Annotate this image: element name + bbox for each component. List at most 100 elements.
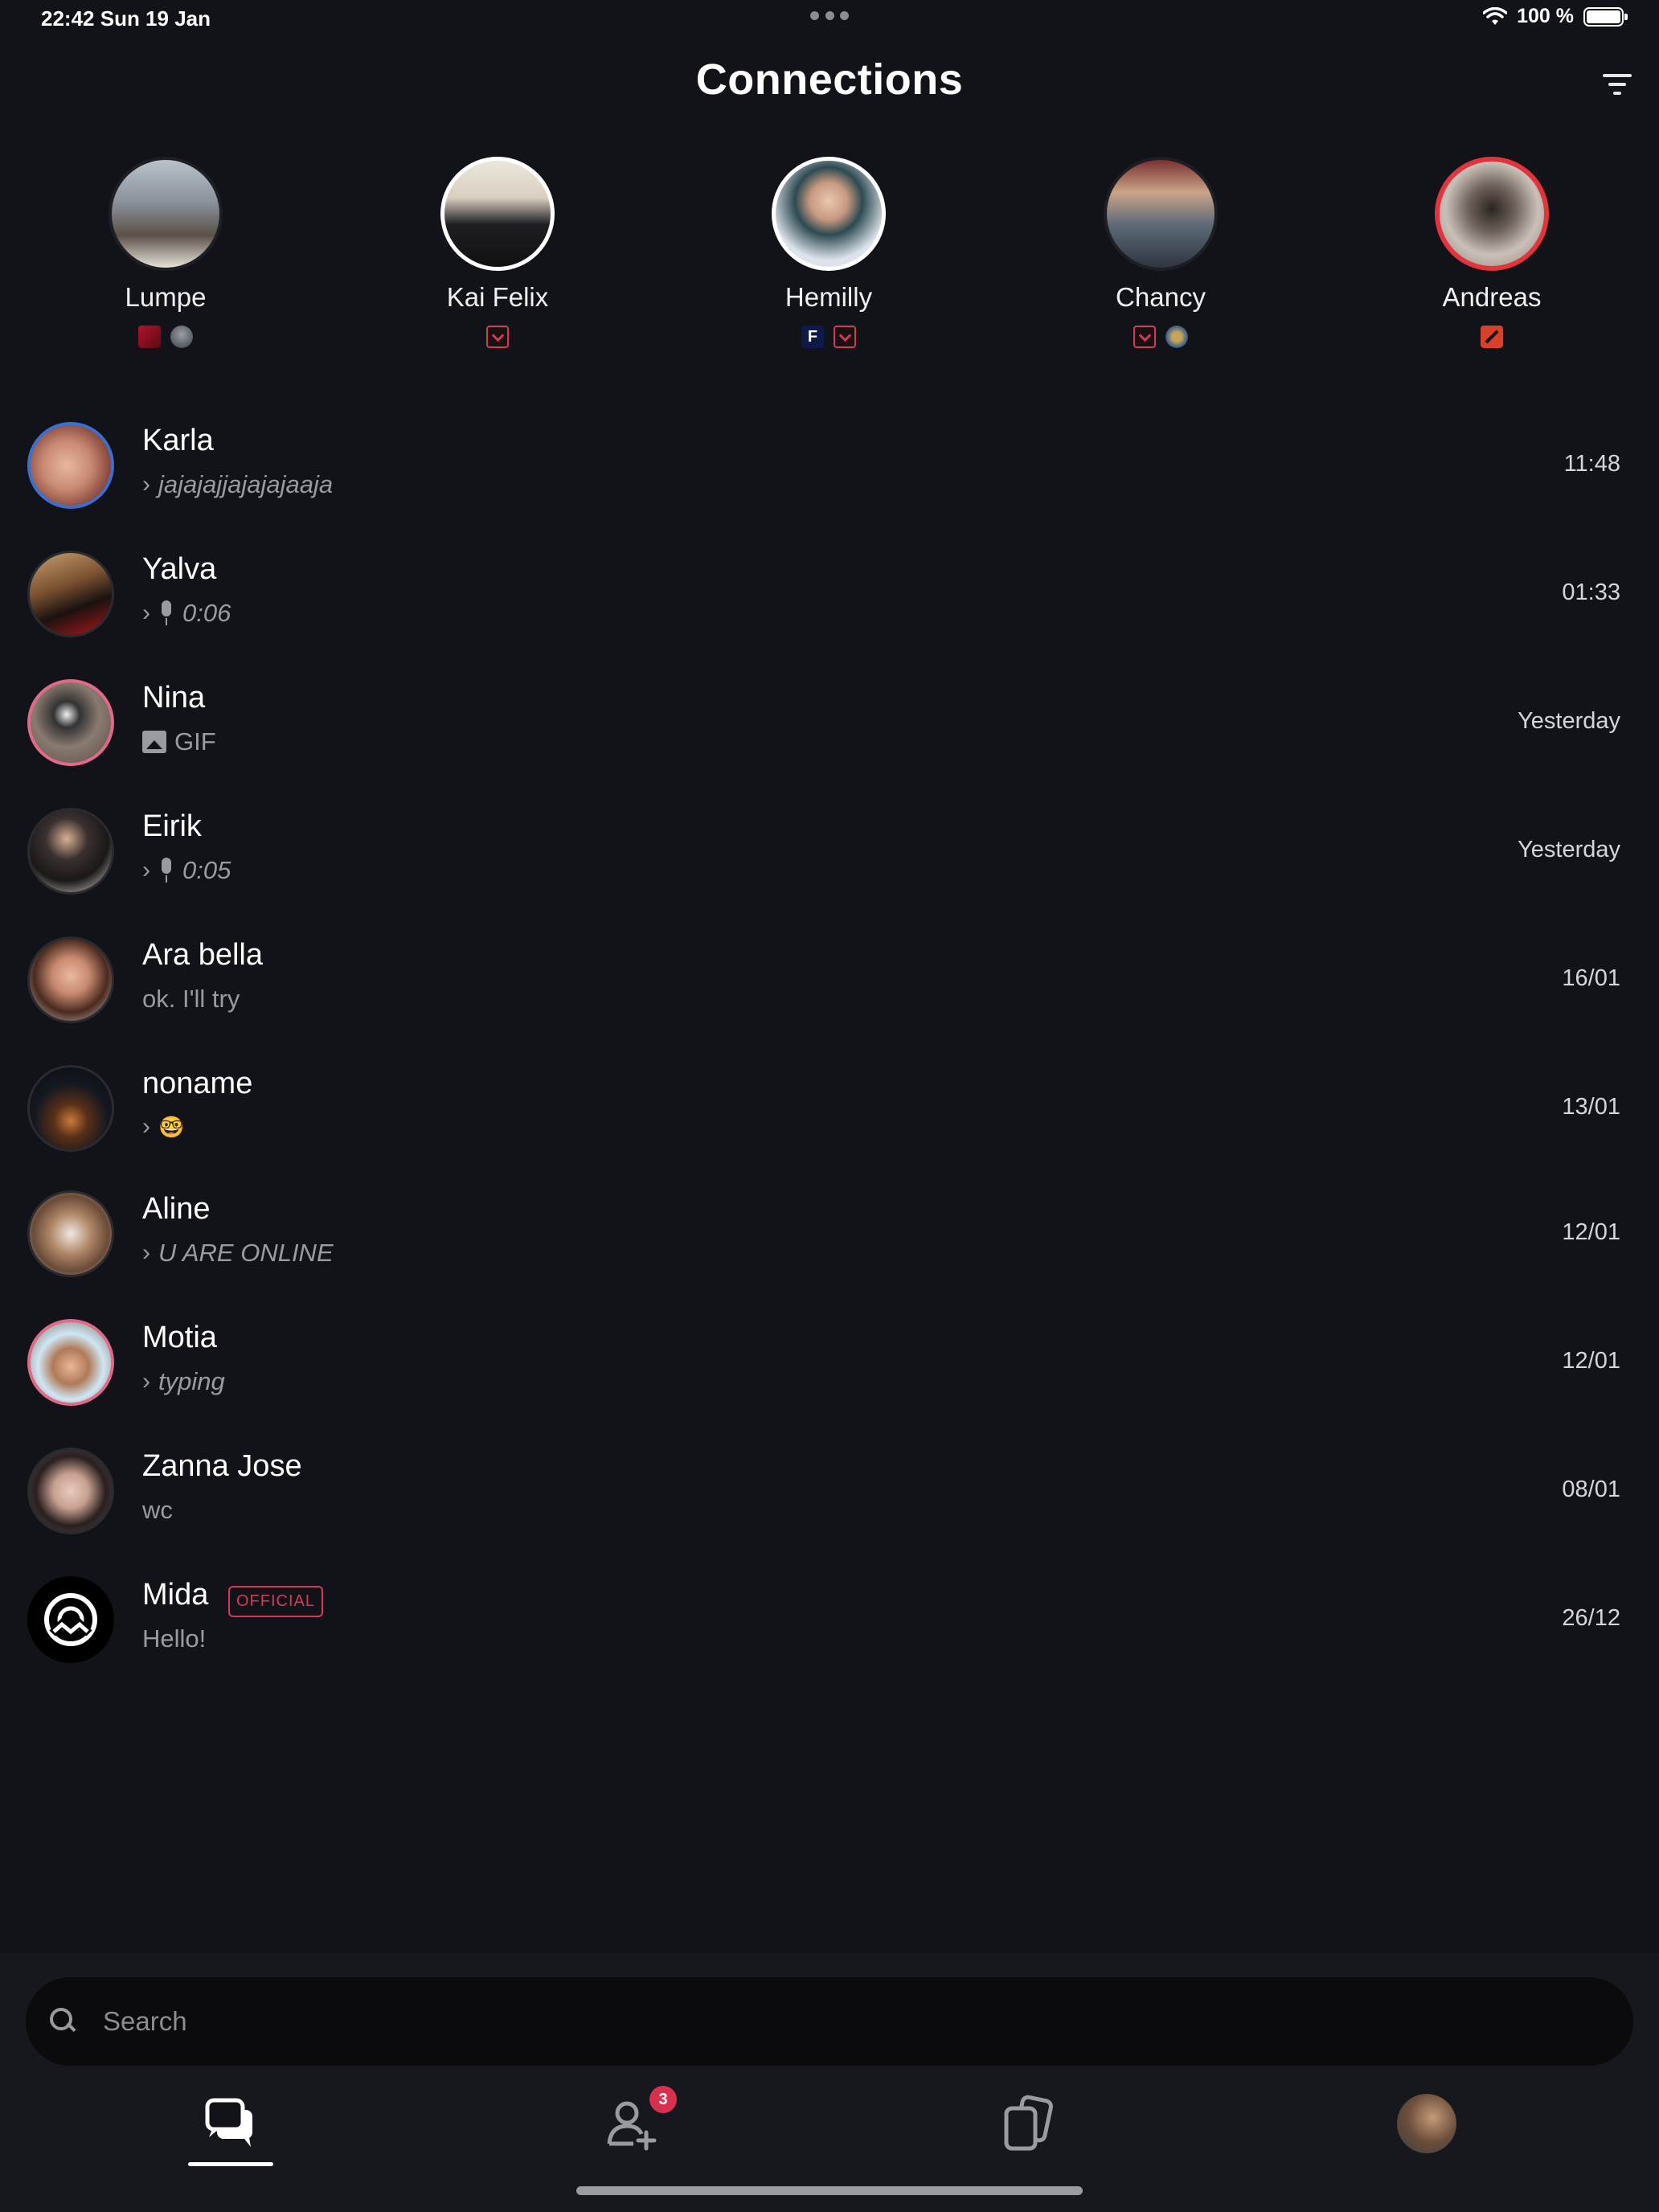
story-games xyxy=(1048,326,1273,348)
avatar xyxy=(27,1448,114,1534)
chat-name: Eirik xyxy=(142,809,202,843)
avatar xyxy=(27,1576,114,1663)
dota-icon xyxy=(1481,326,1503,348)
story-chancy[interactable]: Chancy xyxy=(1048,157,1273,348)
status-time: 22:42 Sun 19 Jan xyxy=(41,6,211,31)
microphone-icon xyxy=(158,600,174,626)
story-games xyxy=(385,326,610,348)
avatar xyxy=(772,157,886,271)
story-name: Hemilly xyxy=(784,282,873,312)
official-badge: OFFICIAL xyxy=(228,1586,324,1617)
chat-row-eirik[interactable]: Eirik › 0:05 Yesterday xyxy=(0,792,1659,912)
chat-name: noname xyxy=(142,1067,253,1100)
story-andreas[interactable]: Andreas xyxy=(1379,157,1604,348)
search-icon xyxy=(50,2008,77,2035)
chat-row-nina[interactable]: Nina GIF Yesterday xyxy=(0,663,1659,784)
story-lumpe[interactable]: Lumpe xyxy=(53,157,278,348)
cards-icon xyxy=(1004,2095,1054,2151)
chat-row-motia[interactable]: Motia › typing 12/01 xyxy=(0,1303,1659,1423)
chat-time: Yesterday xyxy=(1518,708,1620,734)
avatar xyxy=(27,551,114,637)
chat-row-yalva[interactable]: Yalva › 0:06 01:33 xyxy=(0,535,1659,655)
chat-preview: › 0:06 xyxy=(142,599,231,628)
valorant-icon xyxy=(834,326,856,348)
chat-time: 08/01 xyxy=(1562,1477,1620,1502)
search-input[interactable] xyxy=(103,1997,1590,2046)
chat-preview: GIF xyxy=(142,727,216,756)
image-icon xyxy=(142,731,166,753)
game-helmet-icon xyxy=(170,326,193,348)
voice-duration: 0:05 xyxy=(182,856,231,884)
voice-duration: 0:06 xyxy=(182,599,231,627)
chat-preview: › 🤓 xyxy=(142,1113,184,1141)
valorant-icon xyxy=(1133,326,1156,348)
chat-time: Yesterday xyxy=(1518,837,1620,862)
microphone-icon xyxy=(158,858,174,883)
reply-chevron-icon: › xyxy=(142,1368,150,1395)
tab-profile[interactable] xyxy=(1382,2086,1471,2174)
chat-name: Motia xyxy=(142,1321,217,1354)
mida-logo-icon xyxy=(44,1593,97,1646)
chat-time: 16/01 xyxy=(1562,965,1620,991)
chat-row-aline[interactable]: Aline › U ARE ONLINE 12/01 xyxy=(0,1174,1659,1295)
status-indicators: 100 % xyxy=(1483,5,1628,28)
chat-name: Karla xyxy=(142,424,214,457)
page-title: Connections xyxy=(695,55,964,104)
bottom-bar: 3 xyxy=(0,1953,1659,2212)
preview-text: GIF xyxy=(174,727,216,756)
avatar xyxy=(27,1319,114,1406)
reply-chevron-icon: › xyxy=(142,1239,150,1266)
story-games xyxy=(1379,326,1604,348)
chat-name: Zanna Jose xyxy=(142,1449,302,1483)
chat-name: Mida xyxy=(142,1578,209,1612)
avatar xyxy=(27,1190,114,1277)
wifi-icon xyxy=(1483,6,1508,25)
online-friends-row: Lumpe Kai Felix Hemilly F Chancy Andreas xyxy=(0,157,1659,366)
home-indicator[interactable] xyxy=(576,2186,1083,2195)
tab-chats[interactable] xyxy=(186,2086,275,2174)
avatar xyxy=(27,808,114,895)
valorant-icon xyxy=(486,326,509,348)
preview-text: jajajajjajajajaaja xyxy=(158,470,334,498)
chat-preview: ok. I'll try xyxy=(142,985,240,1014)
avatar xyxy=(27,936,114,1023)
chat-row-noname[interactable]: noname › 🤓 13/01 xyxy=(0,1049,1659,1169)
chat-preview: › 0:05 xyxy=(142,856,231,885)
story-games: F xyxy=(716,326,941,348)
story-name: Kai Felix xyxy=(446,282,549,312)
preview-text: ok. I'll try xyxy=(142,985,240,1013)
tab-friend-requests[interactable]: 3 xyxy=(587,2086,677,2174)
filter-button[interactable] xyxy=(1603,71,1635,100)
avatar xyxy=(440,157,555,271)
avatar xyxy=(27,1065,114,1152)
chat-time: 12/01 xyxy=(1562,1219,1620,1245)
battery-percentage: 100 % xyxy=(1517,5,1574,27)
avatar xyxy=(27,679,114,766)
preview-text: U ARE ONLINE xyxy=(158,1239,334,1267)
story-kai-felix[interactable]: Kai Felix xyxy=(385,157,610,348)
chat-row-zanna-jose[interactable]: Zanna Jose wc 08/01 xyxy=(0,1432,1659,1552)
profile-avatar xyxy=(1397,2094,1456,2153)
reply-chevron-icon: › xyxy=(142,600,150,626)
game-red-icon xyxy=(138,326,161,348)
search-bar[interactable] xyxy=(26,1977,1633,2066)
chat-time: 26/12 xyxy=(1562,1605,1620,1631)
chat-name: Aline xyxy=(142,1192,211,1226)
preview-text: wc xyxy=(142,1496,173,1524)
chat-time: 13/01 xyxy=(1562,1094,1620,1120)
nerd-face-emoji: 🤓 xyxy=(158,1114,185,1139)
league-icon xyxy=(1165,326,1188,348)
story-hemilly[interactable]: Hemilly F xyxy=(716,157,941,348)
chat-time: 11:48 xyxy=(1563,451,1620,477)
chat-preview: › U ARE ONLINE xyxy=(142,1239,334,1268)
active-tab-indicator xyxy=(188,2162,273,2166)
fortnite-icon: F xyxy=(801,326,824,348)
multitasking-dots-icon[interactable] xyxy=(810,11,849,21)
chat-row-ara-bella[interactable]: Ara bella ok. I'll try 16/01 xyxy=(0,920,1659,1041)
chat-preview: wc xyxy=(142,1496,173,1525)
chat-row-karla[interactable]: Karla › jajajajjajajajaaja 11:48 xyxy=(0,406,1659,526)
story-games xyxy=(53,326,278,348)
tab-cards[interactable] xyxy=(984,2086,1072,2174)
avatar xyxy=(27,422,114,509)
chat-row-mida[interactable]: Mida OFFICIAL Hello! 26/12 xyxy=(0,1560,1659,1681)
